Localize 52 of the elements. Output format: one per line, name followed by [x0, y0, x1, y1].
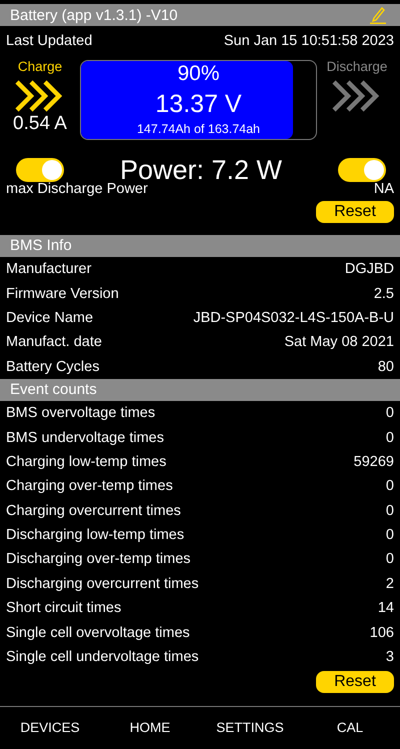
charge-label: Charge [18, 59, 62, 76]
row-value: 59269 [354, 454, 394, 470]
row-value: 0 [386, 478, 394, 494]
row-value: 0 [386, 551, 394, 568]
row-value: 80 [378, 358, 394, 375]
row-label: Single cell undervoltage times [6, 649, 199, 666]
row-value: DGJBD [344, 261, 394, 278]
toggle-switch[interactable] [338, 158, 386, 182]
row-value: 2 [386, 576, 394, 592]
row-label: Manufact. date [6, 334, 102, 350]
reset-button[interactable]: Reset [316, 671, 394, 694]
voltage-reading: 13.37 V [155, 90, 242, 119]
reset-button[interactable]: Reset [316, 201, 394, 223]
row-label: Charging over-temp times [6, 478, 173, 494]
charge-percent: 90% [177, 62, 220, 86]
current-reading: 0.54 A [13, 113, 67, 135]
app-title: Battery (app v1.3.1) -V10 [10, 6, 178, 24]
row-label: Battery Cycles [6, 358, 100, 375]
row-value: 2.5 [374, 286, 394, 302]
toggle-label: NA [374, 181, 394, 197]
row-label: Discharging over-temp times [6, 551, 191, 568]
row-label: Discharging low-temp times [6, 527, 184, 544]
toggle-switch[interactable] [16, 158, 64, 182]
last-updated-label: Last Updated [6, 33, 92, 51]
row-value: Sat May 08 2021 [284, 334, 394, 350]
row-value: 3 [386, 649, 394, 666]
section-title: BMS Info [10, 237, 72, 254]
row-label: Short circuit times [6, 600, 122, 616]
nav-tab[interactable]: DEVICES [0, 720, 100, 734]
nav-tab[interactable]: SETTINGS [200, 720, 300, 734]
nav-tab[interactable]: CAL [300, 720, 400, 734]
row-value: 0 [386, 527, 394, 544]
row-label: Discharging overcurrent times [6, 576, 199, 592]
last-updated-value: Sun Jan 15 10:51:58 2023 [224, 33, 394, 51]
row-value: 0 [386, 405, 394, 422]
row-label: Charging overcurrent times [6, 502, 181, 519]
row-value: JBD-SP04S032-L4S-150A-B-U [193, 310, 394, 326]
discharge-label: Discharge [326, 59, 388, 76]
row-label: Manufacturer [6, 261, 92, 278]
row-value: 106 [370, 624, 394, 641]
row-value: 0 [386, 430, 394, 446]
row-value: 0 [386, 502, 394, 519]
section-title: Event counts [10, 380, 97, 398]
row-label: Single cell overvoltage times [6, 624, 190, 641]
row-value: 14 [378, 600, 394, 616]
row-label: BMS undervoltage times [6, 430, 164, 446]
row-label: Device Name [6, 310, 94, 326]
nav-tab[interactable]: HOME [100, 720, 200, 734]
row-label: Charging low-temp times [6, 454, 166, 470]
capacity-text: 147.74Ah of 163.74ah [136, 122, 260, 136]
row-label: BMS overvoltage times [6, 405, 156, 422]
row-label: Firmware Version [6, 286, 119, 302]
